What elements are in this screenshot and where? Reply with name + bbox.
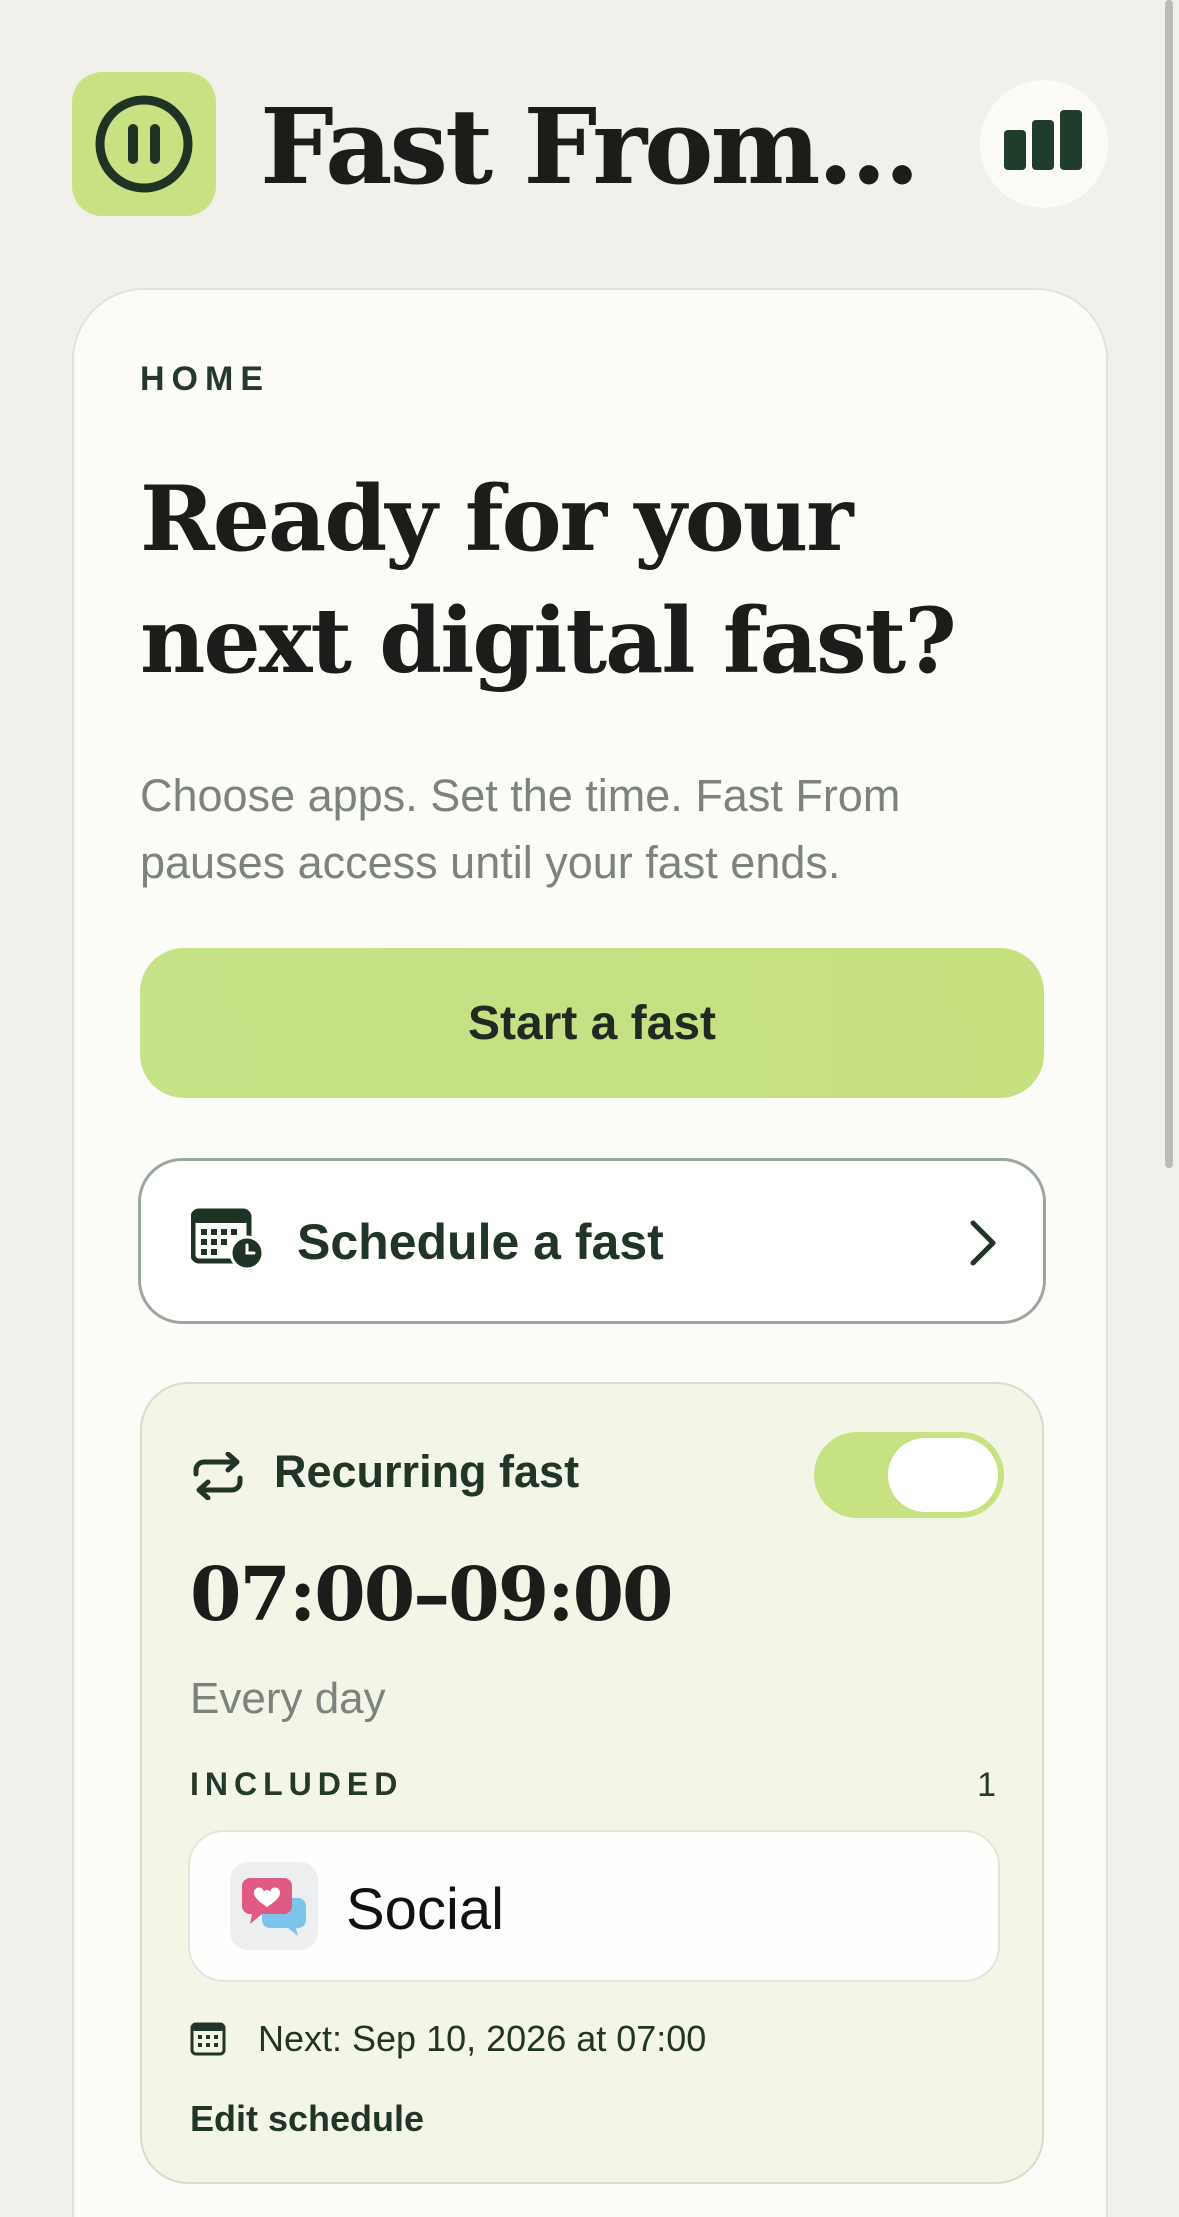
bar-chart-icon bbox=[1004, 110, 1082, 170]
toggle-knob bbox=[888, 1438, 998, 1512]
calendar-icon bbox=[190, 2022, 226, 2056]
edit-schedule-link[interactable]: Edit schedule bbox=[190, 2098, 424, 2140]
app-icon bbox=[230, 1862, 318, 1950]
next-fast-text: Next: Sep 10, 2026 at 07:00 bbox=[258, 2018, 707, 2059]
home-card: HOME Ready for your next digital fast? C… bbox=[72, 288, 1108, 2217]
schedule-fast-label: Schedule a fast bbox=[297, 1214, 664, 1270]
app-name: Social bbox=[346, 1877, 504, 1942]
list-item[interactable]: Social bbox=[188, 1830, 1000, 1982]
frequency-text: Every day bbox=[190, 1674, 386, 1723]
pause-circle-icon bbox=[95, 95, 193, 193]
chevron-right-icon bbox=[970, 1220, 996, 1266]
app-logo bbox=[72, 72, 216, 216]
recurring-fast-title: Recurring fast bbox=[274, 1446, 580, 1497]
repeat-icon bbox=[193, 1452, 243, 1500]
calendar-clock-icon bbox=[191, 1208, 265, 1271]
app-title: Fast From... bbox=[260, 85, 920, 208]
top-bar: Fast From... bbox=[0, 0, 1179, 288]
included-label: INCLUDED bbox=[190, 1766, 404, 1802]
time-range: 07:00–09:00 bbox=[190, 1552, 674, 1638]
included-count: 1 bbox=[977, 1766, 996, 1804]
recurring-fast-toggle[interactable] bbox=[814, 1432, 1004, 1518]
page-title: Ready for your next digital fast? bbox=[140, 466, 957, 694]
chat-heart-icon bbox=[242, 1878, 306, 1936]
recurring-fast-card: Recurring fast 07:00–09:00 Every day INC… bbox=[140, 1382, 1044, 2184]
start-fast-button[interactable]: Start a fast bbox=[140, 948, 1044, 1098]
schedule-fast-button[interactable]: Schedule a fast bbox=[138, 1158, 1046, 1324]
stats-button[interactable] bbox=[980, 80, 1108, 208]
page-subtitle: Choose apps. Set the time. Fast From pau… bbox=[140, 770, 901, 888]
section-label: HOME bbox=[140, 360, 270, 398]
